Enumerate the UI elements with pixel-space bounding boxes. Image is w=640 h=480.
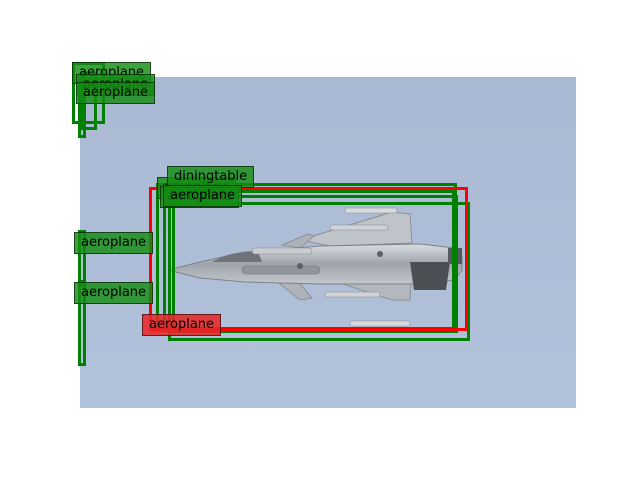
pred-label-5: aeroplane	[74, 282, 154, 304]
pred-label-3: aeroplane	[76, 82, 156, 104]
gt-label-1: aeroplane	[142, 314, 222, 336]
detection-visualization: aeroplane aeroplane aeroplane aeroplane …	[0, 0, 640, 480]
pred-label-9: aeroplane	[163, 185, 243, 207]
gt-box-1	[149, 187, 468, 331]
pred-label-4: aeroplane	[74, 232, 154, 254]
